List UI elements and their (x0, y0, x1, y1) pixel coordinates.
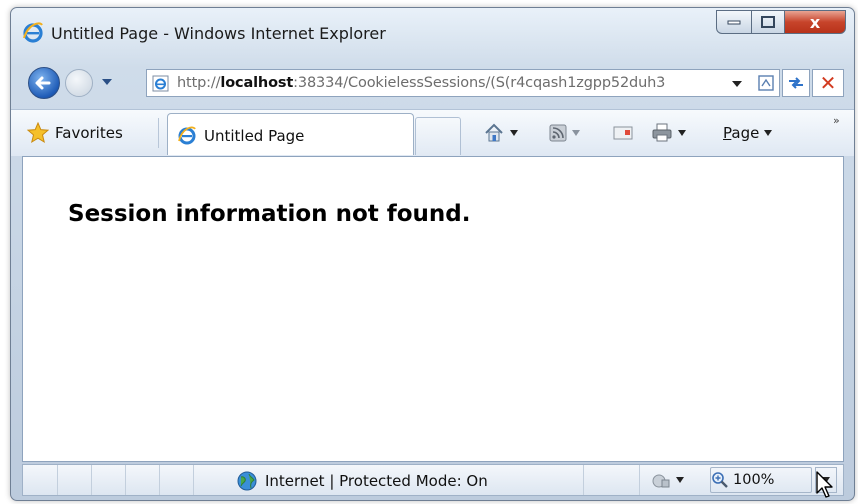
maximize-button[interactable] (751, 10, 785, 34)
page-dropdown-icon (764, 130, 773, 136)
feeds-dropdown-icon[interactable] (572, 130, 580, 136)
page-menu-label: Page (723, 124, 759, 142)
status-divider (583, 465, 584, 495)
close-button[interactable]: x (784, 10, 846, 34)
read-mail-button[interactable] (613, 122, 633, 144)
url-path: :38334/CookielessSessions/(S(r4cqash1zgp… (293, 75, 666, 91)
status-divider (159, 465, 160, 495)
home-button[interactable] (483, 122, 518, 144)
feeds-icon (549, 124, 567, 142)
home-icon (485, 123, 503, 142)
ie-page-icon (178, 126, 196, 145)
printer-icon (652, 123, 672, 142)
favorites-label: Favorites (55, 124, 123, 142)
back-arrow-icon (35, 76, 51, 90)
refresh-icon (789, 77, 803, 89)
page-content: Session information not found. (22, 156, 844, 462)
mail-icon (613, 126, 633, 140)
tab-label: Untitled Page (204, 127, 305, 145)
print-dropdown-icon[interactable] (678, 130, 686, 136)
add-ons-dropdown-icon[interactable] (676, 477, 684, 483)
favorites-button[interactable]: Favorites (27, 121, 123, 145)
more-commands-chevron-icon[interactable]: » (833, 114, 840, 127)
recent-pages-dropdown-icon[interactable] (100, 77, 114, 87)
title-bar[interactable]: Untitled Page - Windows Internet Explore… (11, 8, 854, 54)
feeds-button[interactable] (549, 122, 580, 144)
navigation-bar: http://localhost:38334/CookielessSession… (11, 60, 854, 102)
security-zone[interactable]: Internet | Protected Mode: On (237, 470, 488, 492)
security-zone-label: Internet | Protected Mode: On (265, 472, 488, 490)
forward-button[interactable] (65, 69, 93, 97)
page-menu-label-rest: age (731, 124, 760, 142)
zoom-level: 100% (733, 472, 775, 488)
compatibility-view-icon (757, 75, 774, 91)
popup-blocker-button[interactable] (651, 469, 684, 491)
home-dropdown-icon[interactable] (510, 130, 518, 136)
status-divider (57, 465, 58, 495)
favorites-bar: Favorites Untitled Page Page » (11, 109, 854, 156)
add-ons-icon (652, 474, 670, 488)
refresh-button[interactable] (782, 69, 810, 97)
maximize-icon (761, 16, 775, 28)
browser-window: Untitled Page - Windows Internet Explore… (10, 7, 855, 501)
new-tab-button[interactable] (415, 117, 461, 155)
print-button[interactable] (651, 122, 686, 144)
url-scheme: http:// (177, 75, 221, 91)
status-divider (125, 465, 126, 495)
status-divider (639, 465, 640, 495)
compatibility-view-button[interactable] (752, 69, 780, 97)
tab-untitled-page[interactable]: Untitled Page (167, 113, 414, 155)
zoom-button[interactable]: 100% (710, 467, 812, 493)
minimize-icon (727, 20, 741, 25)
stop-button[interactable]: ✕ (812, 69, 844, 97)
toolbar-divider (158, 118, 159, 148)
url-host: localhost (220, 75, 294, 91)
address-bar[interactable]: http://localhost:38334/CookielessSession… (146, 69, 753, 97)
address-url[interactable]: http://localhost:38334/CookielessSession… (177, 75, 665, 91)
window-title: Untitled Page - Windows Internet Explore… (51, 24, 386, 43)
star-icon (27, 122, 49, 144)
status-bar: Internet | Protected Mode: On 100% (22, 464, 844, 496)
status-divider (91, 465, 92, 495)
zoom-magnifier-icon (712, 472, 728, 488)
status-divider (193, 465, 194, 495)
close-icon: x (809, 12, 821, 32)
page-icon (152, 75, 169, 92)
mouse-pointer-icon (816, 471, 833, 498)
stop-icon: ✕ (819, 71, 837, 95)
address-dropdown-icon[interactable] (732, 80, 742, 88)
minimize-button[interactable] (716, 10, 752, 34)
session-error-heading: Session information not found. (68, 201, 471, 227)
back-button[interactable] (28, 67, 60, 99)
ie-logo-icon (23, 22, 43, 43)
globe-icon (237, 471, 257, 491)
page-menu-button[interactable]: Page (723, 122, 773, 144)
